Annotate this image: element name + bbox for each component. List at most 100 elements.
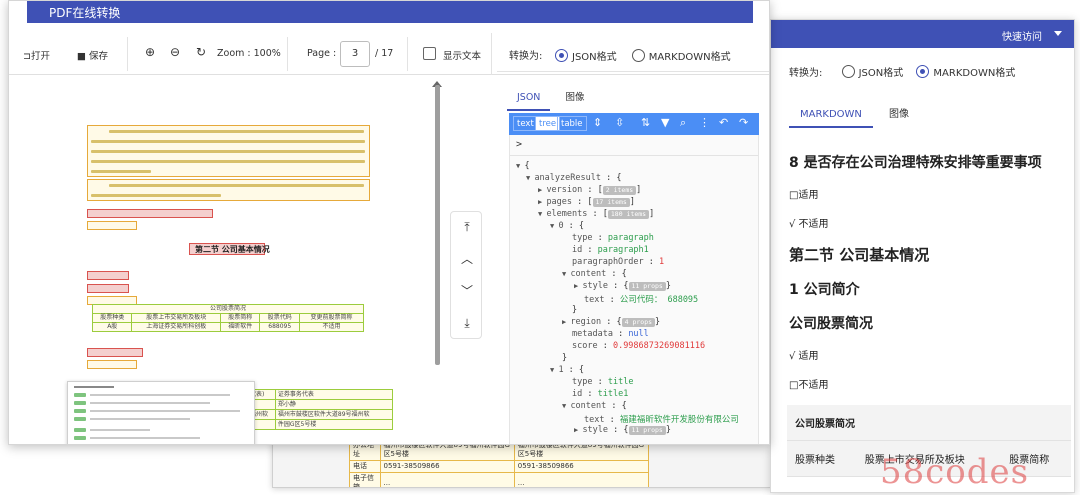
- tree-node[interactable]: ▼ 0 : {: [550, 221, 584, 231]
- title-region[interactable]: [87, 209, 213, 218]
- pdf-page-preview: 第二节 公司基本情况 公司股票简况 股票种类 股票上市交易所及板块 股票简称 股…: [29, 81, 439, 444]
- tree-leaf[interactable]: type : paragraph: [572, 233, 654, 243]
- tree-leaf[interactable]: metadata : null: [572, 329, 649, 339]
- json-format-radio[interactable]: [555, 49, 568, 62]
- markdown-heading: 公司股票简况: [789, 316, 873, 332]
- zoom-in-icon[interactable]: ⊕: [145, 45, 155, 59]
- quick-access-menu[interactable]: 快速访问: [1002, 28, 1042, 43]
- json-key: id: [572, 389, 583, 399]
- paragraph-region[interactable]: [87, 221, 137, 230]
- paragraph-region[interactable]: [87, 360, 137, 369]
- tree-leaf[interactable]: text : 公司代码： 688095: [584, 293, 698, 305]
- title-region[interactable]: [87, 271, 129, 280]
- tree-leaf[interactable]: score : 0.9986873269081116: [572, 341, 705, 351]
- thumb-tag: [74, 428, 86, 432]
- title-region[interactable]: [87, 284, 129, 293]
- json-key: id: [572, 245, 583, 255]
- tab-image[interactable]: 图像: [556, 89, 595, 109]
- markdown-window: 快速访问 转换为: JSON格式 MARKDOWN格式 MARKDOWN 图像 …: [770, 19, 1075, 493]
- tree-node[interactable]: ▼ analyzeResult : {: [526, 173, 621, 183]
- tree-node[interactable]: ▶ pages : [17 items]: [538, 197, 635, 207]
- thumb-tag: [74, 393, 86, 397]
- table-row: 代表) 证券事务代表: [247, 389, 394, 400]
- previous-page-icon[interactable]: ︿: [458, 250, 476, 268]
- json-string-value: 公司代码： 688095: [619, 295, 699, 305]
- save-button[interactable]: ■ 保存: [77, 48, 108, 62]
- toolbar-divider: [491, 33, 492, 75]
- tree-leaf[interactable]: id : title1: [572, 389, 628, 399]
- rotate-icon[interactable]: ↻: [196, 45, 206, 59]
- table-row: 福州软 福州市鼓楼区软件大道89号福州软: [247, 409, 394, 420]
- table-cell: 件园G区5号楼: [274, 419, 394, 430]
- table-row: 电话 0591-38509866 0591-38509866: [349, 460, 650, 473]
- json-format-label[interactable]: JSON格式: [859, 68, 904, 79]
- json-key: type: [572, 377, 593, 387]
- json-key: elements: [546, 209, 588, 219]
- table-title-cell: 公司股票简况: [92, 304, 364, 314]
- filter-icon[interactable]: ▼: [661, 116, 669, 129]
- item-count-badge: 180 items: [607, 210, 650, 219]
- tree-node[interactable]: ▼ elements : [180 items]: [538, 209, 654, 219]
- show-text-checkbox[interactable]: [423, 47, 436, 60]
- tree-leaf[interactable]: type : title: [572, 377, 633, 387]
- toolbar-divider: [127, 37, 128, 71]
- chevron-down-icon[interactable]: [1054, 31, 1062, 36]
- expand-all-icon[interactable]: ⇕: [593, 116, 602, 129]
- json-format-radio[interactable]: [841, 65, 855, 78]
- tree-node[interactable]: ▶ style : {11 props}: [574, 425, 671, 435]
- next-page-icon[interactable]: ﹀: [458, 282, 476, 300]
- table-row: 电子信箱 ... ...: [349, 472, 650, 487]
- markdown-preview: 8 是否存在公司治理特殊安排等重要事项 □适用 √ 不适用 第二节 公司基本情况…: [787, 152, 1071, 477]
- markdown-heading: 第二节 公司基本情况: [789, 246, 930, 264]
- tab-markdown[interactable]: MARKDOWN: [789, 109, 873, 128]
- json-key: paragraphOrder: [572, 257, 644, 267]
- contact-table[interactable]: 代表) 证券事务代表 郑小静 福州软 福州市鼓楼区软件大道89号福州软 件园G区5号…: [247, 389, 394, 430]
- tree-leaf[interactable]: id : paragraph1: [572, 245, 649, 255]
- redo-icon[interactable]: ↷: [739, 116, 748, 129]
- markdown-format-radio[interactable]: [631, 49, 645, 62]
- last-page-icon[interactable]: ⤓: [458, 314, 476, 332]
- thumb-tag: [74, 436, 86, 440]
- collapse-all-icon[interactable]: ⇳: [615, 116, 624, 129]
- paragraph-region[interactable]: [87, 179, 370, 201]
- markdown-format-label[interactable]: MARKDOWN格式: [933, 68, 1015, 79]
- json-path-arrow[interactable]: >: [516, 139, 522, 150]
- undo-icon[interactable]: ↶: [719, 116, 728, 129]
- tab-json[interactable]: JSON: [507, 92, 551, 111]
- page-number-input[interactable]: 3: [340, 41, 370, 67]
- show-text-label[interactable]: 显示文本: [443, 48, 481, 62]
- text-line: [91, 194, 221, 197]
- markdown-heading: 1 公司简介: [789, 282, 860, 298]
- json-mode-table[interactable]: table: [557, 116, 587, 131]
- tree-node[interactable]: ▶ version : [2 items]: [538, 185, 641, 195]
- tab-image[interactable]: 图像: [878, 105, 920, 126]
- search-icon[interactable]: ⌕: [680, 116, 686, 130]
- markdown-format-label[interactable]: MARKDOWN格式: [649, 52, 731, 63]
- title-region[interactable]: [87, 348, 143, 357]
- open-button[interactable]: ⊐打开: [23, 48, 50, 62]
- tree-node[interactable]: ▼ content : {: [562, 401, 627, 411]
- first-page-icon[interactable]: ⤒: [458, 218, 476, 236]
- sort-icon[interactable]: ⇅: [641, 116, 650, 129]
- tree-node[interactable]: ▼ content : {: [562, 269, 627, 279]
- json-key: region: [570, 317, 602, 327]
- text-line: [91, 140, 365, 143]
- document-scrollbar[interactable]: [435, 85, 440, 365]
- text-line: [109, 130, 364, 133]
- json-key: content: [570, 269, 607, 279]
- tree-node[interactable]: ▼ 1 : {: [550, 365, 584, 375]
- zoom-out-icon[interactable]: ⊖: [170, 45, 180, 59]
- tree-leaf[interactable]: text : 福建福昕软件开发股份有限公司: [584, 413, 739, 425]
- tree-node[interactable]: ▶ style : {11 props}: [574, 281, 671, 291]
- table-cell: ...: [379, 472, 515, 487]
- tree-leaf[interactable]: paragraphOrder : 1: [572, 257, 664, 267]
- tree-node-root[interactable]: ▼ {: [516, 161, 530, 171]
- output-tabs: JSON 图像: [507, 85, 595, 111]
- markdown-format-radio[interactable]: [916, 65, 930, 78]
- table-cell: 上海证券交易所科创板: [131, 322, 221, 332]
- json-format-label[interactable]: JSON格式: [572, 52, 617, 63]
- tree-node[interactable]: ▶ region : {4 props}: [562, 317, 660, 327]
- table-title-cell: 公司股票简况: [787, 405, 1071, 441]
- stock-table[interactable]: 公司股票简况 股票种类 股票上市交易所及板块 股票简称 股票代码 变更前股票简称…: [91, 304, 365, 332]
- more-options-icon[interactable]: ⋮: [699, 116, 710, 129]
